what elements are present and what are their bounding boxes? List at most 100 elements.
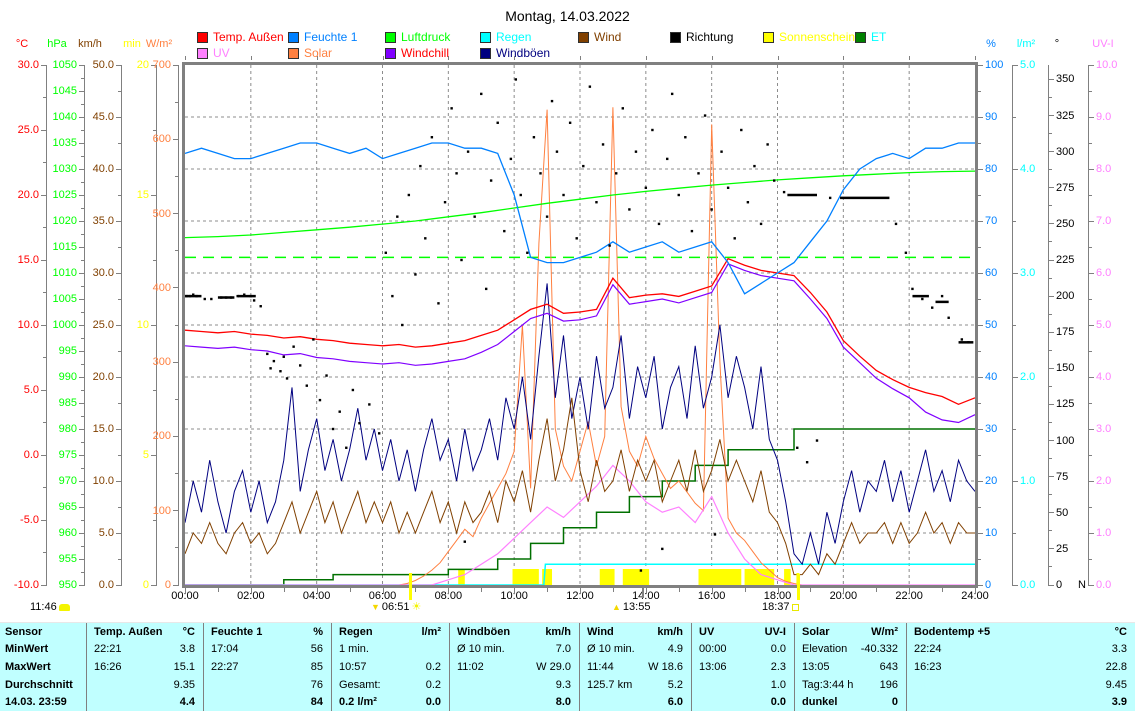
axis-minor-tick [118,403,121,404]
series-solar [185,107,975,585]
direction-dot [895,223,897,225]
x-minor-tick [876,588,877,592]
table-sensor-unit: l/m² [421,626,441,638]
direction-dot [266,353,268,355]
axis-tick-label: 15 [89,190,149,201]
axis-tick [1049,585,1054,586]
table-header-row: Regen l/m² [332,623,449,641]
table-row: 10:570.2 [332,658,449,676]
axis-tick-label: 125 [1056,399,1074,410]
table-sensor-name: Feuchte 1 [211,626,262,638]
table-cell-label: Gesamt: [339,679,381,691]
table-row-label: Sensor [0,623,86,641]
x-top-tick [251,56,252,60]
axis-tick-label: 300 [1056,147,1074,158]
axis-minor-tick [978,299,981,300]
axis-minor-tick [1013,533,1016,534]
axis-tick-label: 9.0 [1096,112,1111,123]
axis-minor-tick [1013,429,1016,430]
axis-tick-label: 175 [1056,327,1074,338]
table-sensor-unit: % [313,626,323,638]
table-cell-value: 3.8 [180,643,195,655]
axis-minor-tick [1049,458,1052,459]
axis-tick-label: 40.0 [54,164,114,175]
table-cell-label: 13:06 [699,661,727,673]
axis-tick-label: 965 [17,502,77,513]
x-tick [251,588,252,594]
axis-tick-label: 955 [17,554,77,565]
sunshine-bar [623,569,649,585]
legend-label: Wind [594,31,621,43]
axis-tick [1013,481,1018,482]
axis-tick [1013,169,1018,170]
axis-tick-label: 10 [985,528,997,539]
direction-dot [358,422,360,424]
axis-tick [978,533,983,534]
table-row: 22:213.8 [87,641,203,659]
axis-tick-label: 25 [1056,544,1068,555]
axis-minor-tick [1049,169,1052,170]
table-cell-label: Ø 10 min. [457,643,505,655]
direction-dot [691,230,693,232]
axis-minor-tick [1013,325,1016,326]
table-cell-label: Ø 10 min. [587,643,635,655]
table-cell-value: 6.0 [668,696,683,708]
axis-tick-label: 1.0 [1020,476,1035,487]
axis-minor-tick [1089,507,1092,508]
axis-minor-tick [118,299,121,300]
axis-minor-tick [81,130,84,131]
direction-dot [661,548,663,550]
axis-tick [978,325,983,326]
axis-minor-tick [1013,117,1016,118]
legend-item-regen: Regen [480,31,531,43]
direction-dot [396,215,398,217]
axis-tick-label: 45.0 [54,112,114,123]
direction-dot [419,165,421,167]
axis-minor-tick [153,260,156,261]
axis-tick [173,139,178,140]
table-row: 1 min. [332,641,449,659]
table-row-label: 14.03. 23:59 [0,693,86,711]
legend-label: Solar [304,47,332,59]
table-sensor-name: Regen [339,626,373,638]
table-row: 16:2615.1 [87,658,203,676]
axis-tick [151,455,156,456]
axis-tick [116,481,121,482]
axis-unit-label: km/h [68,39,112,50]
table-row: 13:062.3 [692,658,794,676]
x-tick [317,588,318,594]
direction-dot [589,85,591,87]
axis-tick-label: 5.0 [1020,60,1035,71]
direction-dot [253,299,255,301]
direction-dot [645,187,647,189]
arrow-down-icon: ▼ [371,601,380,613]
axis-tick-label: 100 [111,506,171,517]
axis-minor-tick [1089,351,1092,352]
direction-dot [473,215,475,217]
axis-tick-label: 40 [985,372,997,383]
axis-tick-label: 0 [111,580,171,591]
axis-tick-label: 985 [17,398,77,409]
legend-label: Sonnenschein [779,31,855,43]
direction-dot [753,165,755,167]
axis-tick-label: 975 [17,450,77,461]
table-row: Gesamt:0.2 [332,676,449,694]
axis-tick-label: 8.0 [1096,164,1111,175]
axis-line [1048,65,1049,586]
direction-dot [385,252,387,254]
axis-tick-label: 0.0 [1096,580,1111,591]
table-row: Ø 10 min.4.9 [580,641,691,659]
x-tick [909,588,910,594]
sunshine-bar [699,569,742,585]
axis-tick [1049,548,1054,549]
legend-swatch-icon [855,32,866,43]
table-sensor-unit: UV-I [765,626,786,638]
x-minor-tick [218,588,219,592]
axis-tick-label: 35.0 [54,216,114,227]
direction-dot [905,252,907,254]
x-top-tick [712,56,713,60]
legend-item-windchill: Windchill [385,47,449,59]
x-minor-tick [679,588,680,592]
x-minor-tick [613,588,614,592]
table-sensor-name: Temp. Außen [94,626,162,638]
